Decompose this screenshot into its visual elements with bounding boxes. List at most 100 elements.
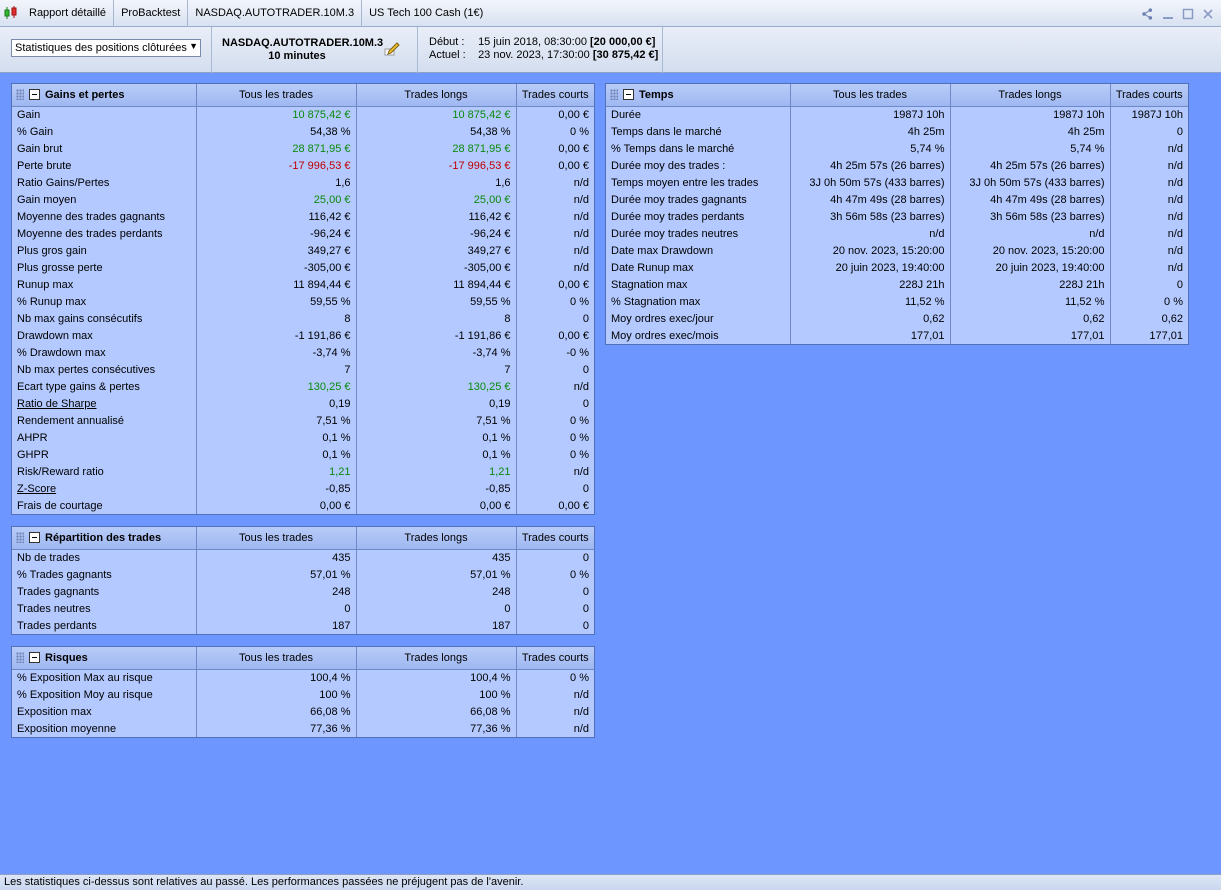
stat-row: Date max Drawdown 20 nov. 2023, 15:20:00 2… <box>606 242 1188 259</box>
stat-value-all: -0,85 <box>196 480 357 497</box>
stat-value-all: 0,62 <box>790 310 951 327</box>
stat-value-all: 54,38 % <box>196 123 357 140</box>
collapse-icon[interactable] <box>623 89 634 101</box>
stat-value-short: 0 % <box>570 568 589 581</box>
stat-label[interactable]: Z-Score <box>12 480 197 497</box>
stat-value-short: 0 % <box>1164 295 1183 308</box>
column-header-short: Trades courts <box>1110 84 1188 107</box>
stat-value-short: 0,00 € <box>558 142 589 155</box>
stat-value-short: n/d <box>573 176 589 189</box>
stats-type-select[interactable]: Statistiques des positions clôturées ▼ <box>11 39 201 57</box>
minimize-icon[interactable] <box>1161 7 1175 21</box>
stat-value-long: 1,6 <box>356 174 517 191</box>
stat-value-short: n/d <box>1167 193 1183 206</box>
disclaimer-footer: Les statistiques ci-dessus sont relative… <box>0 874 1221 890</box>
stat-value-short: 0 <box>582 619 589 632</box>
stat-label: Moy ordres exec/mois <box>606 327 791 344</box>
stat-value-short: 0 <box>1176 278 1183 291</box>
stat-value-short: 0 % <box>570 448 589 461</box>
stat-value-long: -3,74 % <box>356 344 517 361</box>
stat-row: Nb max pertes consécutives 7 7 0 <box>12 361 594 378</box>
stat-value-short: 0,00 € <box>558 499 589 512</box>
stat-row: Perte brute -17 996,53 € -17 996,53 €0,00 … <box>12 157 594 174</box>
stat-value-short: n/d <box>573 193 589 206</box>
system-timeframe: 10 minutes <box>268 50 326 62</box>
drag-grip-icon[interactable] <box>16 89 24 101</box>
stat-value-all: 248 <box>196 583 357 600</box>
drag-grip-icon[interactable] <box>16 652 24 664</box>
collapse-icon[interactable] <box>29 89 40 101</box>
column-header-short: Trades courts <box>516 84 594 107</box>
stat-value-short: 0 <box>1176 125 1183 138</box>
share-icon[interactable] <box>1141 7 1155 21</box>
panel-gains-pertes: Gains et pertes Tous les trades Trades lon… <box>11 83 595 515</box>
stat-value-short: n/d <box>1167 261 1183 274</box>
stat-value-all: 10 875,42 € <box>196 106 357 123</box>
stat-row: Moyenne des trades perdants -96,24 € -96,2… <box>12 225 594 242</box>
stat-value-all: 4h 25m 57s (26 barres) <box>790 157 951 174</box>
stat-label: Frais de courtage <box>12 497 197 514</box>
collapse-icon[interactable] <box>29 532 40 544</box>
stat-label: Temps dans le marché <box>606 123 791 140</box>
stat-value-all: 3h 56m 58s (23 barres) <box>790 208 951 225</box>
stat-label: Durée moy trades gagnants <box>606 191 791 208</box>
tab-probacktest[interactable]: ProBacktest <box>114 0 189 27</box>
collapse-icon[interactable] <box>29 652 40 664</box>
tab-rapport-detaille[interactable]: Rapport détaillé <box>22 0 115 27</box>
tab-system-name[interactable]: NASDAQ.AUTOTRADER.10M.3 <box>188 0 363 27</box>
stat-value-all: 0,1 % <box>196 429 357 446</box>
stat-value-long: 77,36 % <box>356 720 517 737</box>
column-header-long: Trades longs <box>356 527 517 550</box>
stat-value-long: 1,21 <box>356 463 517 480</box>
stat-value-all: 100,4 % <box>196 669 357 686</box>
stat-value-all: 5,74 % <box>790 140 951 157</box>
stat-row: Date Runup max 20 juin 2023, 19:40:00 20 j… <box>606 259 1188 276</box>
stat-row: Temps dans le marché 4h 25m 4h 25m 0 <box>606 123 1188 140</box>
stat-value-all: 1,6 <box>196 174 357 191</box>
stat-value-all: 28 871,95 € <box>196 140 357 157</box>
stat-row: Gain brut 28 871,95 €28 871,95 €0,00 € <box>12 140 594 157</box>
stat-value-long: 59,55 % <box>356 293 517 310</box>
stat-value-short: 0 <box>582 585 589 598</box>
column-header-short: Trades courts <box>516 527 594 550</box>
system-info: NASDAQ.AUTOTRADER.10M.3 10 minutes <box>212 27 418 73</box>
stat-value-long: 0,00 € <box>356 497 517 514</box>
stat-value-short: n/d <box>573 465 589 478</box>
stat-value-all: 1,21 <box>196 463 357 480</box>
stat-value-all: 0 <box>196 600 357 617</box>
panel-title: Gains et pertes <box>12 84 197 107</box>
stat-value-all: 177,01 <box>790 327 951 344</box>
stat-value-long: 5,74 % <box>950 140 1111 157</box>
close-icon[interactable] <box>1201 7 1215 21</box>
stat-value-all: 66,08 % <box>196 703 357 720</box>
stat-value-long: 0,1 % <box>356 429 517 446</box>
stat-value-long: 54,38 % <box>356 123 517 140</box>
stat-row: % Gain 54,38 % 54,38 % 0 % <box>12 123 594 140</box>
stat-value-long: 10 875,42 € <box>356 106 517 123</box>
stat-value-all: 3J 0h 50m 57s (433 barres) <box>790 174 951 191</box>
stat-label[interactable]: Ratio de Sharpe <box>12 395 197 412</box>
stat-row: Temps moyen entre les trades 3J 0h 50m 57… <box>606 174 1188 191</box>
stat-row: Exposition moyenne 77,36 % 77,36 % n/d <box>12 720 594 737</box>
stat-value-long: 20 nov. 2023, 15:20:00 <box>950 242 1111 259</box>
stat-value-all: 0,00 € <box>196 497 357 514</box>
drag-grip-icon[interactable] <box>16 532 24 544</box>
stat-value-all: 7,51 % <box>196 412 357 429</box>
stat-row: % Exposition Moy au risque 100 % 100 % n/d <box>12 686 594 703</box>
stat-row: % Temps dans le marché 5,74 % 5,74 % n/d <box>606 140 1188 157</box>
stat-value-short: n/d <box>573 210 589 223</box>
stat-value-short: 0 % <box>570 295 589 308</box>
stat-label: Temps moyen entre les trades <box>606 174 791 191</box>
maximize-icon[interactable] <box>1181 7 1195 21</box>
tab-instrument[interactable]: US Tech 100 Cash (1€) <box>362 0 490 27</box>
stat-value-all: 8 <box>196 310 357 327</box>
stat-value-all: 25,00 € <box>196 191 357 208</box>
panel-risques: Risques Tous les trades Trades longs Trades… <box>11 646 595 738</box>
edit-pencil-icon[interactable] <box>384 40 400 56</box>
chevron-down-icon: ▼ <box>189 41 198 51</box>
drag-grip-icon[interactable] <box>610 89 618 101</box>
stat-label: Exposition max <box>12 703 197 720</box>
stat-value-long: -1 191,86 € <box>356 327 517 344</box>
current-capital: [30 875,42 €] <box>592 49 659 61</box>
stat-label: Moyenne des trades perdants <box>12 225 197 242</box>
